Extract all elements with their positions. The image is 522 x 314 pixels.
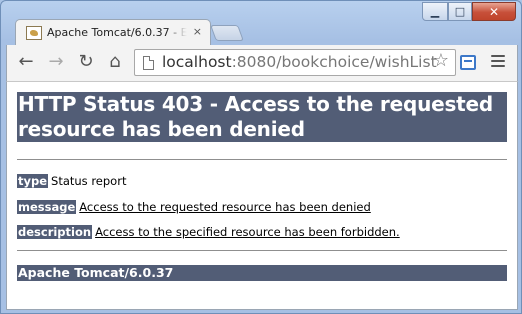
page-icon (143, 56, 154, 70)
message-value: Access to the requested resource has bee… (79, 200, 371, 214)
tab-close-icon[interactable]: × (193, 25, 202, 39)
type-row: type Status report (17, 174, 126, 188)
description-row: description Access to the specified resou… (17, 225, 400, 239)
url-path: :8080/bookchoice/wishList (231, 53, 437, 71)
minimize-button[interactable]: ▁ (422, 2, 448, 21)
extension-icon[interactable] (460, 55, 476, 70)
minimize-icon: ▁ (430, 5, 440, 18)
forward-arrow-icon[interactable]: → (45, 51, 67, 73)
home-icon[interactable]: ⌂ (104, 51, 126, 73)
message-row: message Access to the requested resource … (17, 200, 371, 214)
maximize-icon: □ (454, 5, 466, 18)
divider (17, 250, 507, 251)
url-text[interactable]: localhost:8080/bookchoice/wishList (162, 53, 437, 71)
close-window-button[interactable]: ✕ (472, 2, 516, 21)
browser-toolbar: ← → ↻ ⌂ localhost:8080/bookchoice/wishLi… (6, 45, 518, 81)
tab-title: Apache Tomcat/6.0.37 - Error report (47, 26, 187, 39)
browser-window: ▁ □ ✕ Apache Tomcat/6.0.37 - Error repor… (0, 0, 522, 314)
new-tab-button[interactable] (210, 25, 244, 41)
menu-icon[interactable] (491, 55, 505, 69)
message-label: message (17, 200, 77, 214)
back-arrow-icon[interactable]: ← (15, 51, 37, 73)
type-value: Status report (51, 174, 127, 188)
star-icon[interactable]: ☆ (433, 52, 449, 70)
close-icon: ✕ (488, 4, 500, 19)
address-bar[interactable]: localhost:8080/bookchoice/wishList ☆ (134, 49, 456, 76)
description-label: description (17, 225, 93, 239)
divider (17, 159, 507, 160)
server-footer: Apache Tomcat/6.0.37 (17, 265, 507, 281)
reload-icon[interactable]: ↻ (75, 51, 97, 73)
browser-tab[interactable]: Apache Tomcat/6.0.37 - Error report × (15, 19, 211, 46)
page-title: HTTP Status 403 - Access to the requeste… (17, 92, 507, 142)
maximize-button[interactable]: □ (448, 2, 472, 21)
url-host: localhost (162, 53, 232, 71)
tomcat-favicon-icon (26, 26, 42, 40)
page-content: HTTP Status 403 - Access to the requeste… (6, 81, 518, 310)
description-value: Access to the specified resource has bee… (95, 225, 400, 239)
type-label: type (17, 174, 49, 188)
